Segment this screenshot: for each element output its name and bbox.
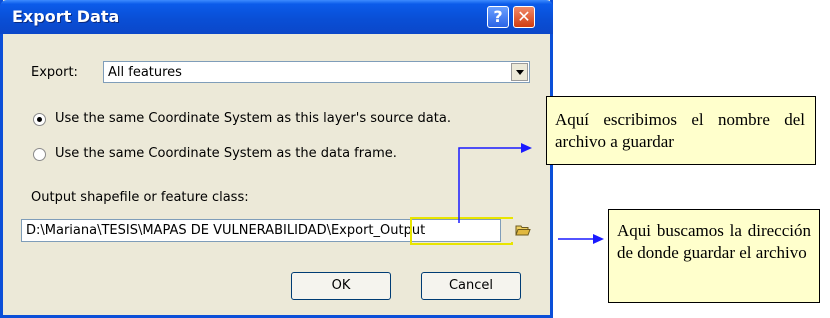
arrowhead-note-2: [593, 234, 604, 244]
arrowhead-note-1: [521, 143, 532, 153]
annotation-filename: Aquí escribimos el nombre del archivo a …: [546, 96, 816, 165]
arrow-to-note-1: [458, 147, 522, 223]
annotation-browse: Aqui buscamos la dirección de donde guar…: [608, 209, 820, 303]
